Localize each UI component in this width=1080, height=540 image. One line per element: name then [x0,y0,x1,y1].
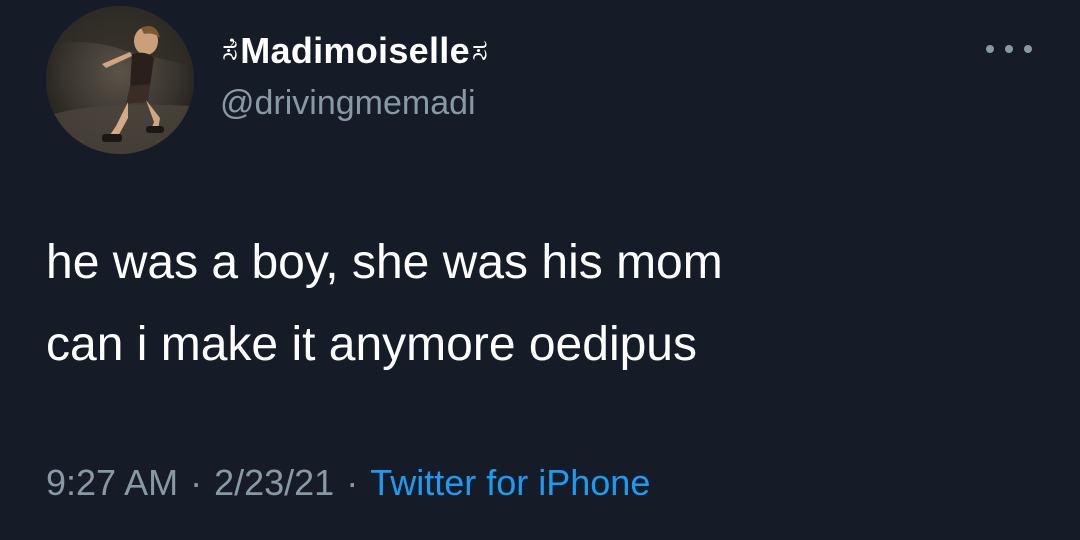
more-dot [986,45,994,53]
meta-separator: · [346,462,359,503]
name-flourish-right: ಸ [471,34,489,67]
tweet-text-line: he was a boy, she was his mom [46,236,723,289]
more-options-icon[interactable] [986,34,1032,64]
avatar-image [46,6,194,154]
display-name-text: Madimoiselle [240,30,470,71]
tweet-text: he was a boy, she was his mom can i make… [46,222,723,386]
display-name[interactable]: ಸ̓ Madimoiselle ಸ [220,30,490,72]
avatar[interactable] [46,6,194,154]
tweet-card: ಸ̓ Madimoiselle ಸ @drivingmemadi he was … [0,0,1080,540]
tweet-time[interactable]: 9:27 AM [46,462,178,503]
meta-separator: · [190,462,203,503]
user-handle[interactable]: @drivingmemadi [220,84,476,123]
more-dot [1024,45,1032,53]
tweet-date[interactable]: 2/23/21 [214,462,334,503]
more-dot [1005,45,1013,53]
name-flourish-left: ಸ̓ [222,34,239,67]
tweet-text-line: can i make it anymore oedipus [46,318,697,371]
tweet-meta: 9:27 AM · 2/23/21 · Twitter for iPhone [46,462,650,504]
tweet-source-link[interactable]: Twitter for iPhone [370,462,650,503]
